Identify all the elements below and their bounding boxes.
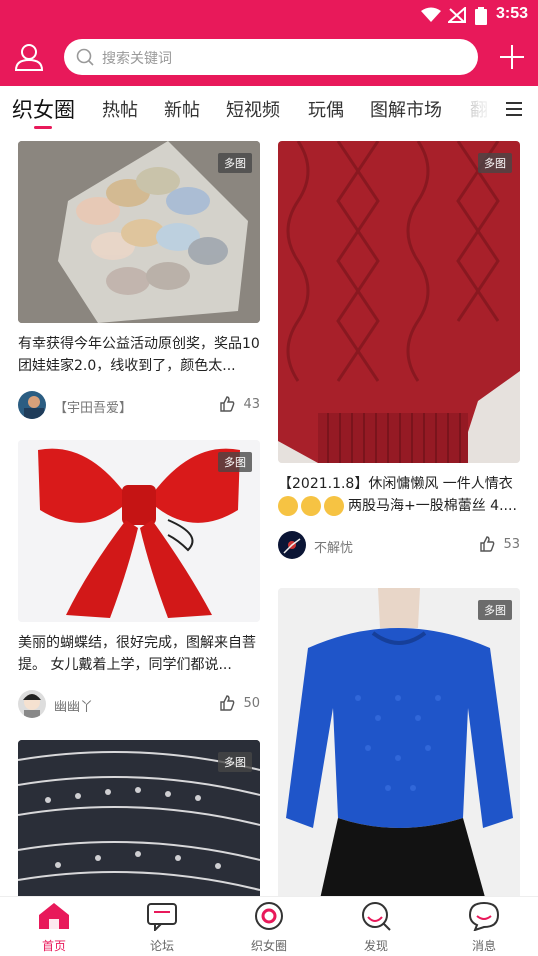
multi-image-badge: 多图 <box>218 452 252 472</box>
status-bar: 3:53 <box>0 0 538 30</box>
wifi-icon <box>421 7 441 22</box>
tab-pattern-market[interactable]: 图解市场 <box>370 96 442 122</box>
multi-image-badge: 多图 <box>218 153 252 173</box>
post-title[interactable]: 【2021.1.8】休闲慵懒风 一件人情衣 两股马海+一股棉蕾丝 4.... <box>278 473 520 517</box>
multi-image-badge: 多图 <box>478 153 512 173</box>
nav-forum[interactable]: 论坛 <box>122 901 202 954</box>
bottom-navigation: 首页 论坛 织女圈 发现 消息 <box>0 896 538 956</box>
avatar[interactable] <box>278 531 306 559</box>
post-card[interactable]: 多图 <box>18 740 260 896</box>
menu-icon[interactable] <box>504 100 524 118</box>
tab-short-video[interactable]: 短视频 <box>226 96 280 122</box>
multi-image-badge: 多图 <box>218 752 252 772</box>
battery-icon <box>475 7 487 25</box>
emoji-icon <box>278 496 298 516</box>
post-title[interactable]: 美丽的蝴蝶结，很好完成，图解来自菩提。 女儿戴着上学，同学们都说... <box>18 632 260 676</box>
post-card[interactable]: 多图 美丽的蝴蝶结，很好完成，图解来自菩提。 女儿戴着上学，同学们都说... 幽… <box>18 440 260 724</box>
thumbs-up-icon[interactable] <box>219 695 235 711</box>
username[interactable]: 幽幽丫 <box>54 696 93 715</box>
post-title[interactable]: 有幸获得今年公益活动原创奖，奖品10团娃娃家2.0，线收到了，颜色太... <box>18 333 260 377</box>
nav-discover[interactable]: 发现 <box>336 901 416 954</box>
like-count: 50 <box>243 696 260 711</box>
search-icon <box>76 48 94 66</box>
app-header: 搜索关键词 <box>0 30 538 86</box>
post-image[interactable]: 多图 <box>18 740 260 896</box>
multi-image-badge: 多图 <box>478 600 512 620</box>
post-meta: 幽幽丫 50 <box>18 684 260 724</box>
message-icon <box>468 901 500 932</box>
post-image[interactable]: 多图 <box>278 588 520 896</box>
username[interactable]: 不解忧 <box>314 537 353 556</box>
avatar[interactable] <box>18 391 46 419</box>
post-card[interactable]: 多图 有幸获得今年公益活动原创奖，奖品10团娃娃家2.0，线收到了，颜色太...… <box>18 141 260 425</box>
username[interactable]: 【宇田吾爱】 <box>54 397 132 416</box>
add-post-icon[interactable] <box>498 43 526 71</box>
tab-dolls[interactable]: 玩偶 <box>308 96 344 122</box>
forum-icon <box>147 903 177 933</box>
nav-messages[interactable]: 消息 <box>444 901 524 954</box>
category-tabs: 织女圈 热帖 新帖 短视频 玩偶 图解市场 翻 <box>0 86 538 132</box>
no-signal-icon <box>448 7 466 23</box>
post-feed[interactable]: 多图 有幸获得今年公益活动原创奖，奖品10团娃娃家2.0，线收到了，颜色太...… <box>0 132 538 896</box>
search-placeholder: 搜索关键词 <box>102 51 172 67</box>
like-count: 43 <box>243 397 260 412</box>
home-icon <box>39 903 69 929</box>
post-card[interactable]: 多图 <box>278 588 520 896</box>
post-card[interactable]: 多图 【2021.1.8】休闲慵懒风 一件人情衣 两股马海+一股棉蕾丝 4...… <box>278 141 520 565</box>
thumbs-up-icon[interactable] <box>219 396 235 412</box>
post-image[interactable]: 多图 <box>278 141 520 463</box>
circle-icon <box>255 902 283 930</box>
nav-zhinvquan[interactable]: 织女圈 <box>229 901 309 954</box>
nav-home[interactable]: 首页 <box>14 901 94 954</box>
post-image[interactable]: 多图 <box>18 141 260 323</box>
post-title-line1: 【2021.1.8】休闲慵懒风 一件人情衣 <box>278 476 513 492</box>
user-profile-icon[interactable] <box>14 42 44 72</box>
emoji-icon <box>301 496 321 516</box>
active-tab-indicator <box>34 126 52 129</box>
post-image[interactable]: 多图 <box>18 440 260 622</box>
avatar[interactable] <box>18 690 46 718</box>
discover-icon <box>362 902 391 931</box>
tab-new[interactable]: 新帖 <box>164 96 200 122</box>
post-meta: 不解忧 53 <box>278 525 520 565</box>
post-meta: 【宇田吾爱】 43 <box>18 385 260 425</box>
tab-hot[interactable]: 热帖 <box>102 96 138 122</box>
tab-zhinvquan[interactable]: 织女圈 <box>12 94 75 124</box>
thumbs-up-icon[interactable] <box>479 536 495 552</box>
search-bar[interactable]: 搜索关键词 <box>64 39 478 75</box>
emoji-icon <box>324 496 344 516</box>
clock: 3:53 <box>495 5 528 22</box>
post-title-line2: 两股马海+一股棉蕾丝 4.... <box>278 495 520 517</box>
like-count: 53 <box>503 537 520 552</box>
